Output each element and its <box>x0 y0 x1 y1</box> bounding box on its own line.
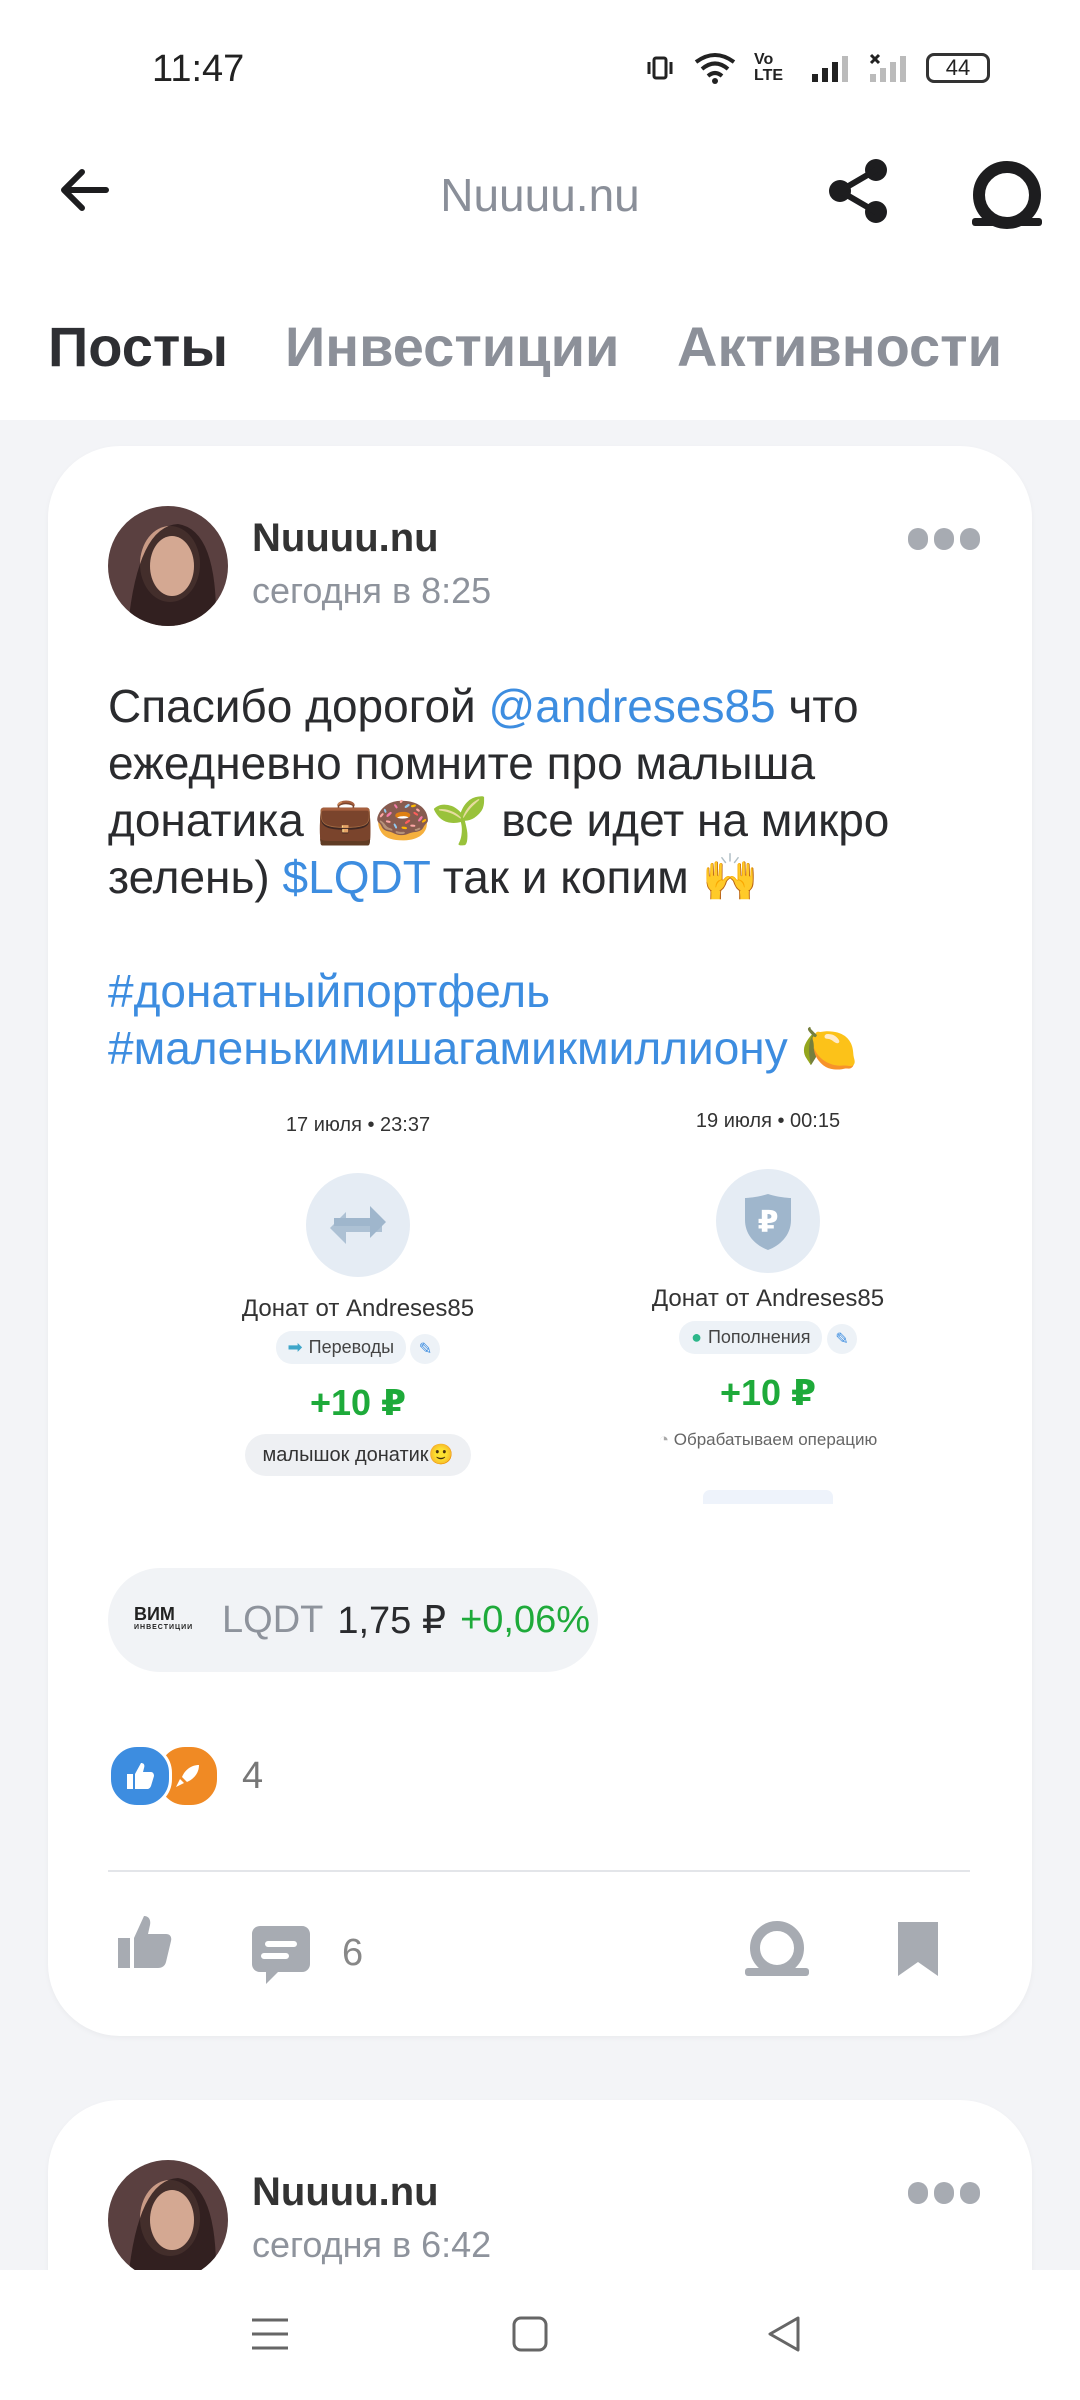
transaction-chips: ● Пополнения ✎ <box>618 1321 918 1354</box>
page-title: Nuuuu.nu <box>440 169 640 221</box>
like-icon[interactable] <box>114 1912 176 1974</box>
transaction-left: 17 июля • 23:37 Донат от Andreses85 ➡ Пер… <box>208 1114 508 1476</box>
avatar-photo <box>108 2160 228 2280</box>
more-options-icon[interactable] <box>908 528 980 550</box>
wifi-icon <box>694 53 736 84</box>
transaction-title: Донат от Andreses85 <box>651 1285 885 1312</box>
svg-text:₽: ₽ <box>758 1205 779 1240</box>
author-avatar[interactable] <box>108 2160 228 2280</box>
author-avatar[interactable] <box>108 506 228 626</box>
reactions-summary[interactable]: 4 <box>108 1744 263 1808</box>
image-crop-edge <box>703 1490 833 1504</box>
app-header: Nuuuu.nu <box>0 120 1080 270</box>
transaction-right: 19 июля • 00:15 ₽ Донат от Andreses85 ● П… <box>618 1110 918 1504</box>
tab-posts[interactable]: Посты <box>48 314 228 379</box>
category-chip: ● Пополнения <box>679 1321 823 1354</box>
vim-logo: ВИМ ИНВЕСТИЦИИ <box>134 1604 200 1633</box>
system-nav-bar <box>0 2270 1080 2400</box>
avatar-photo <box>108 506 228 626</box>
battery-level: 44 <box>945 55 971 80</box>
transaction-datetime: 17 июля • 23:37 <box>285 1114 431 1136</box>
reactions-count: 4 <box>242 1754 264 1797</box>
ticker-price: 1,75 ₽ <box>337 1599 447 1642</box>
transaction-datetime: 19 июля • 00:15 <box>695 1110 841 1132</box>
logo-line: ВИМ <box>134 1604 175 1624</box>
post-time: сегодня в 8:25 <box>252 570 492 611</box>
transaction-title: Донат от Andreses85 <box>241 1295 475 1322</box>
transfer-icon <box>306 1173 410 1277</box>
profile-ring-icon[interactable] <box>972 160 1042 230</box>
status-icons: Vo LTE 44 <box>644 52 990 84</box>
signal-icon <box>812 56 848 82</box>
transaction-amount: +10 ₽ <box>719 1372 817 1413</box>
post-text-part: Спасибо дорогой <box>108 680 489 732</box>
post-time: сегодня в 6:42 <box>252 2224 492 2265</box>
ticker-change: +0,06% <box>460 1598 591 1641</box>
post-author[interactable]: Nuuuu.nu <box>252 516 439 561</box>
status-time: 11:47 <box>152 48 245 90</box>
comments-count: 6 <box>342 1932 364 1974</box>
hashtag-link[interactable]: #донатныйпортфель <box>108 965 550 1017</box>
edit-icon: ✎ <box>826 1323 857 1354</box>
hashtag-link[interactable]: #маленькимишагамикмиллиону <box>108 1022 788 1074</box>
post-card: Nuuuu.nu сегодня в 8:25 Спасибо дорогой … <box>48 446 1032 2036</box>
post-text: Спасибо дорогой @andreses85 что ежедневн… <box>108 678 988 1077</box>
transaction-amount: +10 ₽ <box>309 1382 407 1423</box>
transaction-message: малышок донатик🙂 <box>244 1434 472 1476</box>
share-icon[interactable] <box>826 158 892 224</box>
home-icon[interactable] <box>510 2314 550 2354</box>
post-image[interactable]: 17 июля • 23:37 Донат от Andreses85 ➡ Пер… <box>128 1110 948 1534</box>
post-author[interactable]: Nuuuu.nu <box>252 2170 439 2215</box>
transfer-mini-icon: ➡ <box>287 1337 303 1357</box>
status-text: Обрабатываем операцию <box>673 1430 878 1449</box>
post-text-part: так и копим 🙌 <box>429 851 759 903</box>
status-bar: 11:47 Vo LTE 44 <box>0 0 1080 120</box>
signal-2-icon <box>869 53 906 82</box>
ticker-symbol: LQDT <box>222 1598 324 1641</box>
mention-link[interactable]: @andreses85 <box>489 680 776 732</box>
ruble-mini-icon: ● <box>691 1327 702 1347</box>
clock-icon: ◔ <box>658 1430 670 1449</box>
divider <box>108 1870 970 1872</box>
comment-icon[interactable] <box>248 1924 314 1986</box>
category-label: Переводы <box>308 1337 395 1357</box>
category-label: Пополнения <box>707 1327 811 1347</box>
tab-activities[interactable]: Активности <box>677 314 1002 379</box>
bookmark-icon[interactable] <box>896 1920 940 1978</box>
category-chip: ➡ Переводы <box>275 1331 407 1364</box>
tab-bar: Посты Инвестиции Активности <box>0 270 1080 420</box>
logo-line: ИНВЕСТИЦИИ <box>134 1624 194 1631</box>
edit-icon: ✎ <box>410 1333 441 1364</box>
ticker-link[interactable]: $LQDT <box>283 851 430 903</box>
transaction-chips: ➡ Переводы ✎ <box>208 1331 508 1364</box>
repost-ring-icon[interactable] <box>745 1920 809 1980</box>
lemon-emoji: 🍋 <box>800 1022 858 1074</box>
like-reaction-icon <box>108 1744 172 1808</box>
battery-indicator: 44 <box>926 53 990 83</box>
vibrate-icon <box>647 56 673 80</box>
ticker-chip[interactable]: ВИМ ИНВЕСТИЦИИ LQDT 1,75 ₽ +0,06% <box>108 1568 598 1672</box>
more-options-icon[interactable] <box>908 2182 980 2204</box>
tab-investments[interactable]: Инвестиции <box>285 314 619 379</box>
menu-icon[interactable] <box>250 2314 290 2354</box>
volte-label: Vo LTE <box>754 51 784 84</box>
back-nav-icon[interactable] <box>764 2314 804 2354</box>
ruble-shield-icon: ₽ <box>716 1169 820 1273</box>
transaction-status: ◔ Обрабатываем операцию <box>618 1430 918 1450</box>
